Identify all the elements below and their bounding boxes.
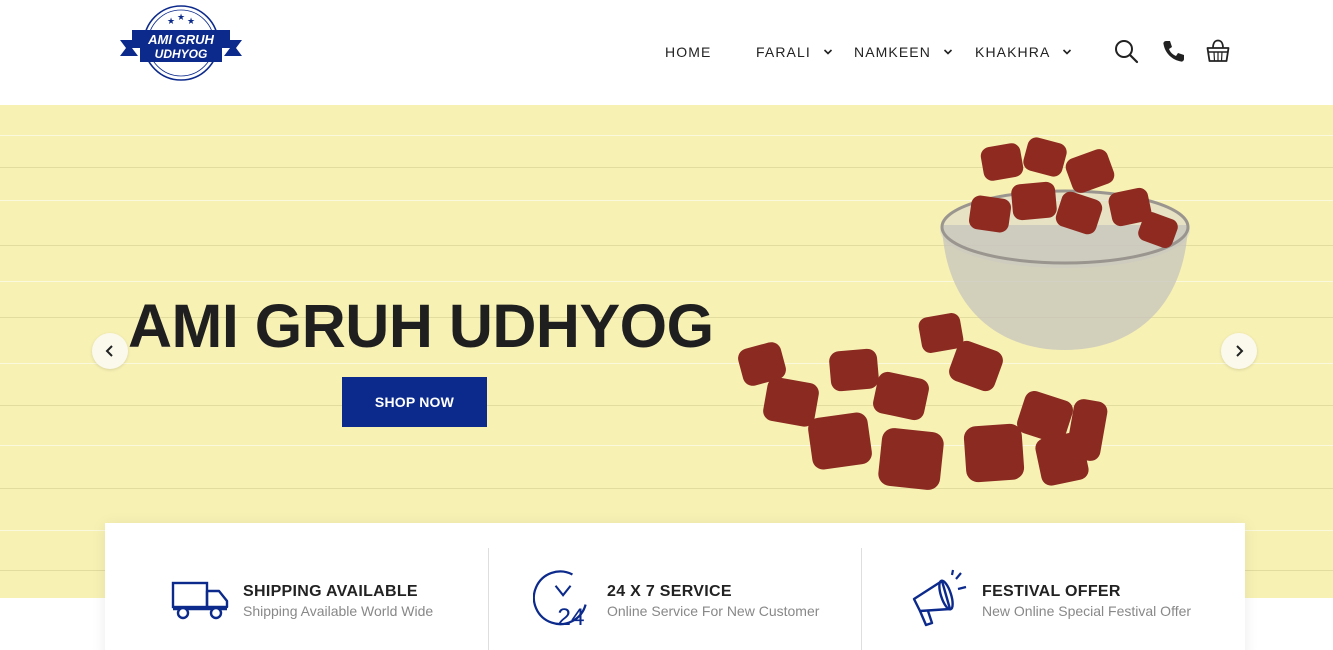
chevron-right-icon — [1236, 345, 1244, 357]
slider-next-button[interactable] — [1221, 333, 1257, 369]
nav-item-label: NAMKEEN — [854, 44, 931, 60]
svg-text:24: 24 — [557, 604, 584, 629]
features-card: SHIPPING AVAILABLE Shipping Available Wo… — [105, 523, 1245, 650]
chevron-down-icon — [1063, 49, 1072, 55]
feature-shipping: SHIPPING AVAILABLE Shipping Available Wo… — [105, 523, 488, 650]
chevron-down-icon — [943, 49, 953, 55]
megaphone-icon — [912, 569, 967, 627]
feature-title: SHIPPING AVAILABLE — [243, 583, 418, 600]
feature-title: 24 X 7 SERVICE — [607, 583, 732, 600]
nav-item-namkeen[interactable]: NAMKEEN — [854, 40, 953, 64]
nav-item-khakhra[interactable]: KHAKHRA — [975, 40, 1072, 64]
snack-bowl-image — [738, 137, 1190, 490]
chevron-down-icon — [823, 49, 832, 55]
svg-text:★: ★ — [187, 16, 195, 26]
nav-item-label: KHAKHRA — [975, 44, 1051, 60]
logo-line1: AMI GRUH — [147, 32, 214, 47]
feature-service: 24 24 X 7 SERVICE Online Service For New… — [489, 523, 861, 650]
feature-offer: FESTIVAL OFFER New Online Special Festiv… — [862, 523, 1245, 650]
search-icon[interactable] — [1113, 38, 1139, 64]
shop-now-button[interactable]: SHOP NOW — [342, 377, 487, 427]
hero-title: AMI GRUH UDHYOG — [128, 292, 714, 360]
feature-title: FESTIVAL OFFER — [982, 583, 1121, 600]
brand-logo[interactable]: ★ ★ ★ AMI GRUH UDHYOG — [118, 2, 244, 84]
phone-icon[interactable] — [1160, 38, 1186, 64]
truck-icon — [171, 581, 229, 620]
feature-subtitle: New Online Special Festival Offer — [982, 603, 1192, 619]
nav-item-label: HOME — [665, 44, 712, 60]
site-header: ★ ★ ★ AMI GRUH UDHYOG HOME FARALI NAMKEE… — [0, 0, 1333, 105]
slider-prev-button[interactable] — [92, 333, 128, 369]
feature-subtitle: Shipping Available World Wide — [243, 603, 434, 619]
logo-line2: UDHYOG — [155, 47, 208, 61]
nav-item-farali[interactable]: FARALI — [756, 40, 833, 64]
chevron-left-icon — [105, 345, 113, 357]
cart-icon[interactable] — [1205, 38, 1231, 64]
nav-item-home[interactable]: HOME — [665, 40, 711, 64]
svg-text:★: ★ — [177, 12, 185, 22]
clock-24-icon: 24 — [533, 570, 587, 629]
svg-text:★: ★ — [167, 16, 175, 26]
feature-subtitle: Online Service For New Customer — [607, 603, 820, 619]
nav-item-label: FARALI — [756, 44, 811, 60]
